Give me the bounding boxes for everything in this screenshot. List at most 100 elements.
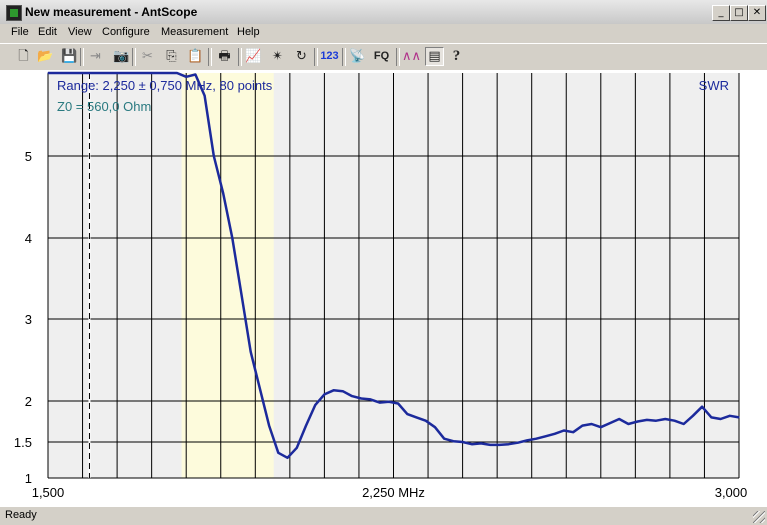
data-point <box>250 351 252 353</box>
data-point <box>323 393 325 395</box>
data-point <box>526 439 528 441</box>
data-point <box>277 452 279 454</box>
data-point <box>56 72 58 74</box>
data-point <box>240 294 243 296</box>
data-point <box>65 72 67 74</box>
paste-icon[interactable]: 📋 <box>186 47 205 66</box>
toolbar: 🗋 📂 💾 ⇥ 📷 ✂ ⎘ 📋 🖶 📈 ✴ ↻ 123 📡 FQ ∧∧ ▤? <box>0 43 767 71</box>
save-icon[interactable]: 💾 <box>60 47 79 66</box>
data-point <box>130 72 132 74</box>
menu-help[interactable]: Help <box>237 26 260 38</box>
cut-icon[interactable]: ✂ <box>138 47 157 66</box>
data-point <box>673 420 676 422</box>
menu-measurement[interactable]: Measurement <box>161 26 228 38</box>
data-point <box>572 431 574 433</box>
fq-icon[interactable]: FQ <box>372 47 391 66</box>
copy-icon[interactable]: ⎘ <box>162 47 181 66</box>
data-point <box>158 72 160 74</box>
y-tick-label: 3 <box>25 312 32 327</box>
close-button[interactable]: ✕ <box>748 5 766 21</box>
data-point <box>554 433 556 435</box>
data-point <box>563 429 565 432</box>
numeric-icon[interactable]: 123 <box>320 47 339 66</box>
graph-wave-icon[interactable]: ∧∧ <box>402 47 421 66</box>
toolbar-separator <box>396 48 400 66</box>
toolbar-separator <box>342 48 346 66</box>
data-point <box>462 441 464 443</box>
y-tick-label: 5 <box>25 149 32 164</box>
menu-file[interactable]: File <box>11 26 29 38</box>
export-icon[interactable]: ⇥ <box>86 47 105 66</box>
z0-info-label: Z0 = 560,0 Ohm <box>57 99 151 114</box>
data-point <box>388 401 390 403</box>
antenna-icon[interactable]: 📡 <box>348 47 367 66</box>
chart-icon[interactable]: 📈 <box>244 47 263 66</box>
data-point <box>692 415 694 417</box>
new-icon[interactable]: 🗋 <box>14 47 33 66</box>
resize-grip[interactable] <box>753 511 765 523</box>
menu-configure[interactable]: Configure <box>102 26 150 38</box>
data-point <box>618 418 620 420</box>
y-tick-label: 1 <box>25 471 32 486</box>
camera-icon[interactable]: 📷 <box>112 47 131 66</box>
data-point <box>701 406 703 408</box>
data-point <box>139 72 141 74</box>
toolbar-separator <box>80 48 84 66</box>
x-tick-label: 2,250 MHz <box>362 485 425 500</box>
data-point <box>471 443 473 445</box>
data-point <box>517 442 519 444</box>
data-point <box>268 425 270 427</box>
data-point <box>489 444 491 446</box>
y-tick-label: 1.5 <box>14 435 32 450</box>
help-icon[interactable]: ? <box>447 47 466 66</box>
data-point <box>646 419 648 421</box>
maximize-button[interactable]: □ <box>730 5 748 21</box>
menu-view[interactable]: View <box>68 26 92 38</box>
data-point <box>425 420 427 422</box>
window-title: New measurement - AntScope <box>25 5 198 19</box>
data-point <box>314 404 316 406</box>
data-point <box>259 388 261 390</box>
data-point <box>360 397 362 400</box>
data-point <box>93 72 95 74</box>
data-point <box>452 440 454 442</box>
print-icon[interactable]: 🖶 <box>215 47 234 66</box>
data-point <box>434 426 436 428</box>
minimize-button[interactable]: _ <box>712 5 730 21</box>
data-point <box>508 443 510 445</box>
data-point <box>369 398 372 400</box>
document-icon[interactable]: ▤ <box>425 47 444 66</box>
data-point <box>544 435 547 437</box>
app-icon <box>6 5 22 21</box>
status-text: Ready <box>5 509 37 521</box>
toolbar-separator <box>208 48 212 66</box>
refresh-icon[interactable]: ↻ <box>292 47 311 66</box>
data-point <box>176 72 178 74</box>
data-point <box>406 413 408 415</box>
data-point <box>683 423 685 425</box>
menu-bar: File Edit View Configure Measurement Hel… <box>0 24 767 43</box>
data-point <box>664 418 666 420</box>
data-point <box>102 72 104 74</box>
data-point <box>609 422 611 424</box>
data-point <box>498 444 501 446</box>
parameter-label: SWR <box>699 78 729 93</box>
swr-chart[interactable]: Range: 2,250 ± 0,750 MHz, 80 points Z0 = … <box>0 70 767 506</box>
data-point <box>738 416 740 418</box>
y-tick-label: 4 <box>25 231 32 246</box>
chart-area: Range: 2,250 ± 0,750 MHz, 80 points Z0 = … <box>0 70 767 506</box>
data-point <box>591 423 593 425</box>
menu-edit[interactable]: Edit <box>38 26 57 38</box>
open-icon[interactable]: 📂 <box>36 47 55 66</box>
scan-icon[interactable]: ✴ <box>268 47 287 66</box>
data-point <box>194 73 196 76</box>
data-point <box>637 420 639 423</box>
data-point <box>535 438 537 440</box>
y-tick-label: 2 <box>25 394 32 409</box>
data-point <box>600 426 602 428</box>
data-point <box>286 457 289 459</box>
range-info-label: Range: 2,250 ± 0,750 MHz, 80 points <box>57 78 273 93</box>
data-point <box>415 416 418 418</box>
data-point <box>581 425 584 427</box>
data-point <box>443 438 445 440</box>
